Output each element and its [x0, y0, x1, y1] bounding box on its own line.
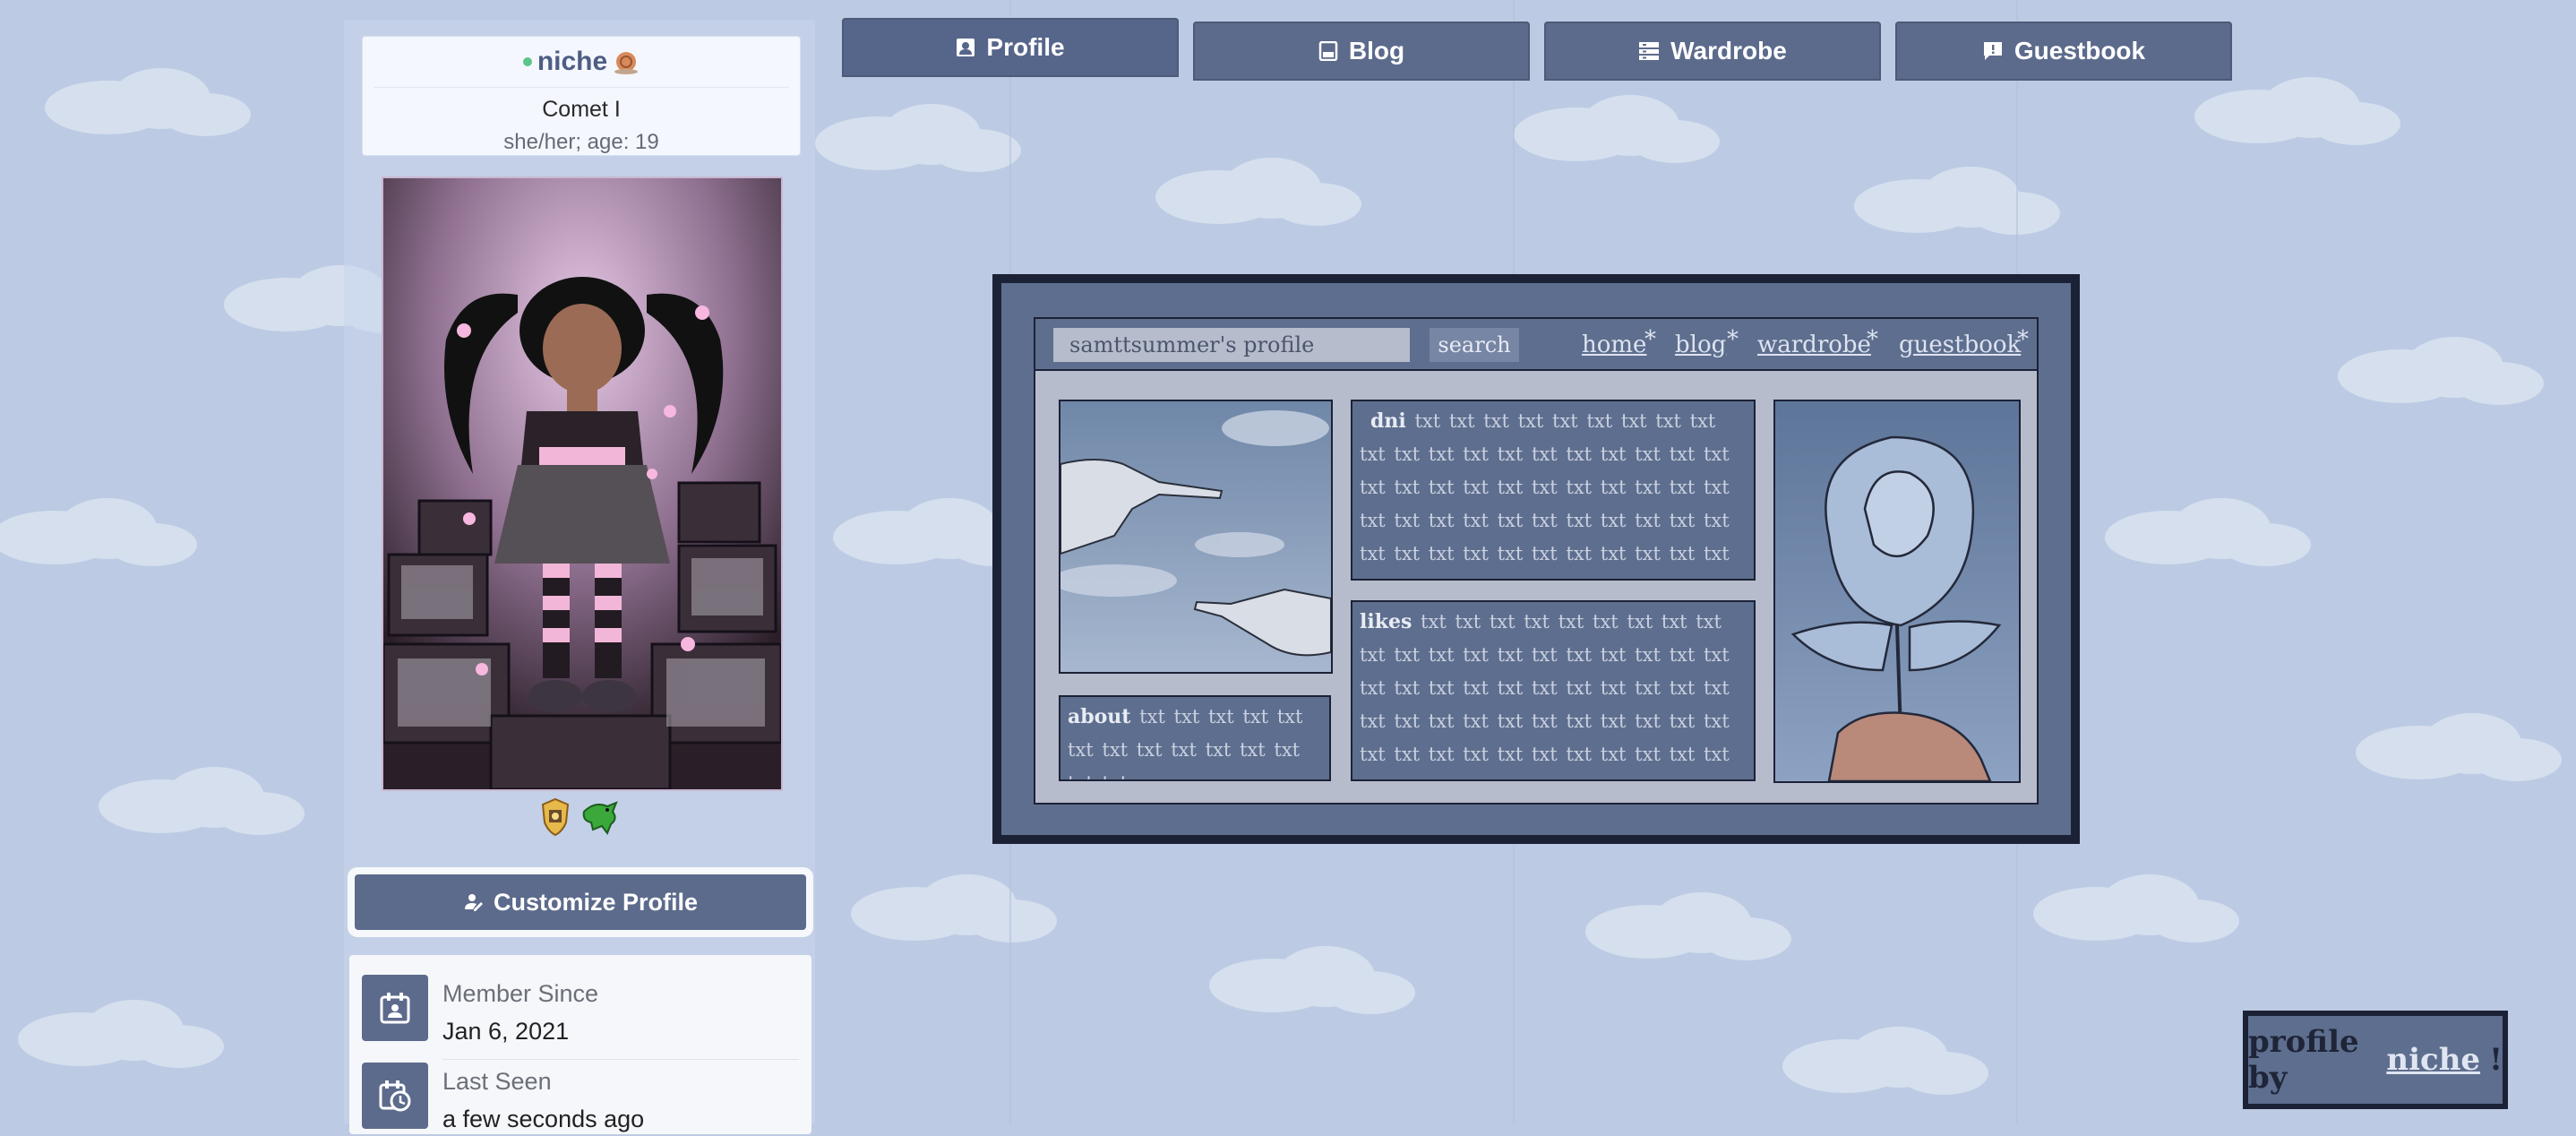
credit-suffix: ! — [2489, 1042, 2503, 1078]
snail-icon — [614, 52, 639, 74]
last-seen-label: Last Seen — [442, 1068, 552, 1095]
member-since-value: Jan 6, 2021 — [442, 1018, 570, 1045]
nav-star: * — [1867, 326, 1878, 353]
nav-link-guestbook[interactable]: guestbook — [1899, 328, 2021, 362]
nav-star: * — [1644, 326, 1656, 353]
nav-star: * — [2017, 326, 2029, 353]
search-button[interactable]: search — [1430, 328, 1519, 362]
about-section: about txt txt txt txt txt txt txt txt tx… — [1059, 695, 1331, 781]
search-input[interactable]: samttsummer's profile — [1053, 328, 1410, 362]
stat-member-since: Member Since Jan 6, 2021 — [362, 968, 799, 1060]
tab-wardrobe-label: Wardrobe — [1670, 37, 1787, 65]
tab-blog-label: Blog — [1348, 37, 1405, 65]
badge-list — [539, 797, 620, 837]
stat-last-seen: Last Seen a few seconds ago — [362, 1055, 799, 1136]
display-name: Comet I — [542, 97, 621, 122]
profile-name-card: niche Comet I she/her; age: 19 — [362, 36, 801, 156]
guestbook-icon — [1983, 42, 2002, 60]
rose-art — [1773, 400, 2021, 783]
customize-profile-button[interactable]: Customize Profile — [355, 874, 806, 930]
stat-icon-box — [362, 1063, 428, 1129]
dni-title: dni — [1370, 409, 1406, 433]
tab-profile[interactable]: Profile — [842, 18, 1179, 77]
member-since-label: Member Since — [442, 980, 599, 1007]
credit-author-link[interactable]: niche — [2386, 1042, 2480, 1078]
calendar-user-icon — [380, 993, 410, 1024]
online-status-icon — [522, 57, 532, 66]
about-title: about — [1068, 705, 1131, 728]
avatar-image — [382, 176, 783, 791]
user-edit-icon — [464, 894, 483, 911]
nav-link-home[interactable]: home — [1582, 328, 1646, 362]
credit-prefix: profile by — [2248, 1024, 2359, 1096]
tab-guestbook[interactable]: Guestbook — [1895, 22, 2232, 81]
likes-section: likes txt txt txt txt txt txt txt txt tx… — [1351, 600, 1756, 781]
customize-profile-label: Customize Profile — [493, 888, 699, 916]
blog-icon — [1318, 41, 1338, 61]
user-card-icon — [957, 39, 975, 56]
calendar-clock-icon — [379, 1080, 411, 1112]
tab-profile-label: Profile — [986, 33, 1065, 61]
tab-wardrobe[interactable]: Wardrobe — [1544, 22, 1881, 81]
gold-shield-badge-icon[interactable] — [539, 797, 571, 837]
member-stats-card: Member Since Jan 6, 2021 Last Seen a few… — [349, 955, 811, 1134]
stat-icon-box — [362, 975, 428, 1041]
nav-link-wardrobe[interactable]: wardrobe — [1757, 328, 1871, 362]
likes-title: likes — [1360, 610, 1413, 633]
rose-illustration — [1775, 401, 2019, 781]
pronouns-age: she/her; age: 19 — [503, 130, 659, 154]
green-dragon-badge-icon[interactable] — [580, 797, 620, 837]
last-seen-value: a few seconds ago — [442, 1106, 645, 1132]
sky-hands-art — [1059, 400, 1333, 674]
nav-link-blog[interactable]: blog — [1675, 328, 1726, 362]
profile-credit: profile by niche ! — [2243, 1011, 2508, 1109]
tab-guestbook-label: Guestbook — [2014, 37, 2146, 65]
tab-blog[interactable]: Blog — [1193, 22, 1530, 81]
dni-section: dni txt txt txt txt txt txt txt txt txt … — [1351, 400, 1756, 581]
sky-hands-illustration — [1060, 401, 1331, 672]
username[interactable]: niche — [537, 47, 607, 77]
dni-text: txt txt txt txt txt txt txt txt txt txt … — [1360, 410, 1730, 579]
avatar-illustration — [383, 178, 781, 789]
wardrobe-icon — [1639, 42, 1660, 60]
nav-star: * — [1727, 326, 1739, 353]
likes-text: txt txt txt txt txt txt txt txt txt txt … — [1360, 611, 1730, 779]
name-divider — [374, 87, 789, 88]
